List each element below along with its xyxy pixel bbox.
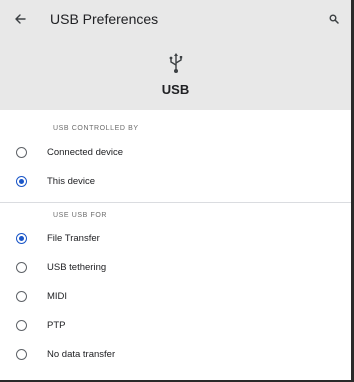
radio-ptp[interactable] — [16, 320, 27, 331]
usb-label: USB — [161, 82, 190, 97]
usb-controlled-by-section: USB CONTROLLED BY Connected device This … — [0, 110, 351, 196]
option-connected-device[interactable]: Connected device — [0, 138, 351, 167]
option-label: This device — [47, 176, 96, 187]
page-title: USB Preferences — [50, 11, 159, 27]
usb-hero: USB — [0, 52, 351, 97]
search-button[interactable] — [323, 8, 345, 30]
option-file-transfer[interactable]: File Transfer — [0, 224, 351, 253]
usb-preferences-screen: USB Preferences USB USB CONTROLLED BY Co… — [0, 0, 354, 382]
radio-connected-device[interactable] — [16, 147, 27, 158]
radio-no-data-transfer[interactable] — [16, 349, 27, 360]
search-icon — [329, 14, 339, 24]
option-ptp[interactable]: PTP — [0, 311, 351, 340]
section-title-controlled-by: USB CONTROLLED BY — [53, 125, 139, 132]
option-usb-tethering[interactable]: USB tethering — [0, 253, 351, 282]
option-label: File Transfer — [47, 233, 100, 244]
option-label: PTP — [47, 320, 66, 331]
option-label: No data transfer — [47, 349, 116, 360]
radio-midi[interactable] — [16, 291, 27, 302]
radio-usb-tethering[interactable] — [16, 262, 27, 273]
app-header: USB Preferences USB — [0, 0, 351, 110]
usb-icon — [169, 53, 182, 73]
back-button[interactable] — [0, 0, 40, 38]
option-no-data-transfer[interactable]: No data transfer — [0, 340, 351, 369]
use-usb-for-section: USE USB FOR File Transfer USB tethering … — [0, 203, 351, 369]
radio-this-device[interactable] — [16, 176, 27, 187]
option-this-device[interactable]: This device — [0, 167, 351, 196]
option-midi[interactable]: MIDI — [0, 282, 351, 311]
top-app-bar: USB Preferences — [0, 0, 351, 38]
arrow-left-icon — [15, 14, 26, 24]
option-label: Connected device — [47, 147, 124, 158]
radio-file-transfer[interactable] — [16, 233, 27, 244]
option-label: USB tethering — [47, 262, 107, 273]
section-title-use-for: USE USB FOR — [53, 212, 108, 219]
option-label: MIDI — [47, 291, 68, 302]
